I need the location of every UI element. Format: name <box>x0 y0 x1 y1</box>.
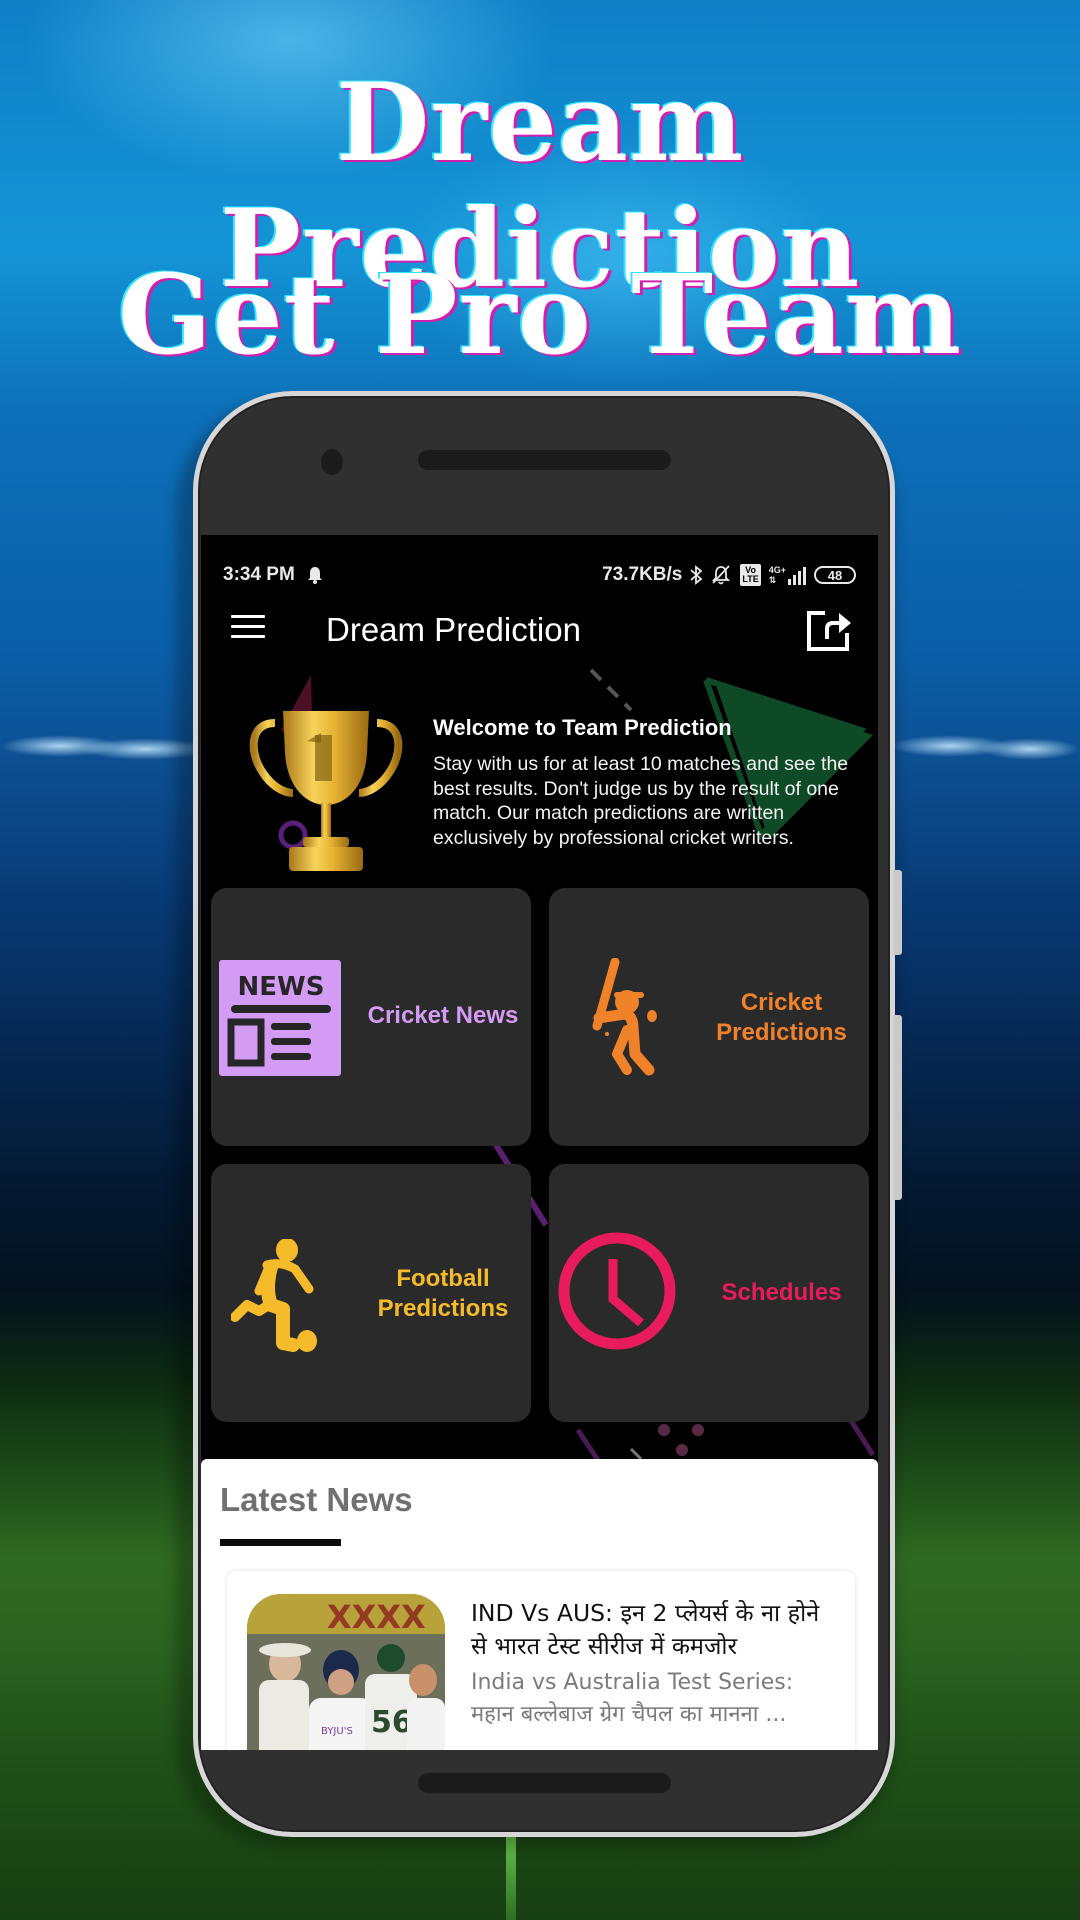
cricket-predictions-tile[interactable]: Cricket Predictions <box>549 888 869 1146</box>
cricket-news-label: Cricket News <box>367 1002 519 1029</box>
clock-icon <box>558 1232 676 1350</box>
promo-subheadline: Get Pro Team <box>117 250 963 379</box>
svg-text:BYJU'S: BYJU'S <box>321 1726 353 1737</box>
network-type: 4G+ <box>768 565 786 575</box>
signal-icon: 4G+ ⇅ <box>769 565 806 585</box>
cricket-news-tile[interactable]: NEWS Cricket News <box>211 888 531 1146</box>
bell-muted-icon <box>712 565 731 585</box>
welcome-description: Stay with us for at least 10 matches and… <box>433 753 849 849</box>
newspaper-icon: NEWS <box>219 960 341 1076</box>
news-card[interactable]: XXXX BYJU'S 56 IND Vs AUS: इन 2 प्लेयर्स… <box>227 1571 855 1750</box>
deco-dot <box>692 1424 704 1436</box>
app-screen: 3:34 PM 73.7KB/s Vo LTE 4G+ ⇅ 48 Dream P… <box>201 535 878 1750</box>
news-thumbnail: XXXX BYJU'S 56 <box>247 1594 445 1750</box>
hamburger-menu-icon[interactable] <box>231 615 265 643</box>
phone-volume-button <box>893 870 902 955</box>
cricket-predictions-label: Cricket Predictions <box>716 989 847 1046</box>
welcome-section: Welcome to Team Prediction Stay with us … <box>201 685 878 880</box>
notification-bell-icon <box>307 567 322 584</box>
schedules-tile[interactable]: Schedules <box>549 1164 869 1422</box>
football-predictions-tile[interactable]: Football Predictions <box>211 1164 531 1422</box>
status-time: 3:34 PM <box>223 564 295 585</box>
data-arrows-icon: ⇅ <box>768 575 777 585</box>
front-camera <box>321 449 343 475</box>
phone-power-button <box>893 1015 902 1200</box>
status-bar: 3:34 PM 73.7KB/s Vo LTE 4G+ ⇅ 48 <box>201 554 878 596</box>
news-title: IND Vs AUS: इन 2 प्लेयर्स के ना होने से … <box>471 1599 820 1660</box>
stadium-light <box>980 738 1080 760</box>
cricket-batsman-icon <box>592 958 657 1076</box>
trophy-icon <box>249 711 403 871</box>
latest-news-heading: Latest News <box>220 1481 413 1518</box>
svg-text:XXXX: XXXX <box>327 1598 426 1636</box>
schedules-label: Schedules <box>721 1279 842 1306</box>
network-speed: 73.7KB/s <box>602 564 683 585</box>
bluetooth-icon <box>690 565 703 585</box>
volte-icon: Vo LTE <box>740 564 761 586</box>
volte-label-bottom: LTE <box>742 574 759 584</box>
deco-dot <box>658 1424 670 1436</box>
welcome-title: Welcome to Team Prediction <box>433 715 732 740</box>
battery-icon: 48 <box>814 566 856 584</box>
football-player-icon <box>231 1239 317 1352</box>
player-figure <box>377 1644 405 1672</box>
heading-underline <box>220 1539 341 1546</box>
latest-news-panel: Latest News XXXX BYJU'S 56 IND Vs AUS: इ… <box>201 1459 878 1750</box>
battery-level: 48 <box>827 567 843 583</box>
share-icon[interactable] <box>805 605 853 653</box>
app-bar: Dream Prediction <box>201 597 878 661</box>
svg-text:NEWS: NEWS <box>238 972 325 1002</box>
svg-text:56: 56 <box>371 1705 413 1740</box>
deco-dash-line <box>629 1447 643 1461</box>
home-bar <box>418 1773 671 1793</box>
app-title: Dream Prediction <box>326 611 581 648</box>
football-predictions-label: Football Predictions <box>377 1265 509 1322</box>
earpiece-speaker <box>418 450 671 470</box>
player-figure <box>409 1664 437 1696</box>
deco-dot <box>676 1444 688 1456</box>
news-description: India vs Australia Test Series: महान बल्… <box>471 1670 794 1727</box>
